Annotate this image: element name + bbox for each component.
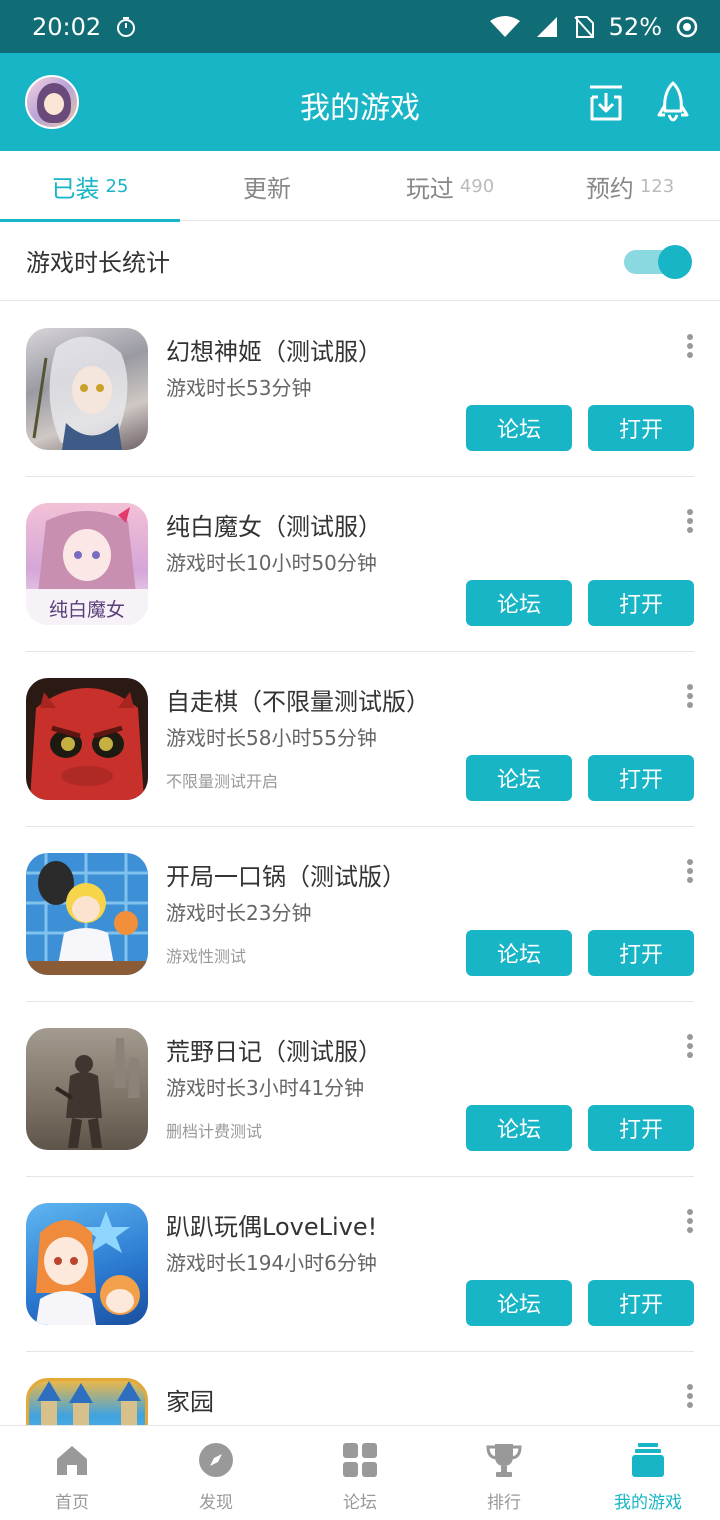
game-note: 不限量测试开启 — [166, 772, 279, 791]
nav-label: 发现 — [199, 1493, 233, 1513]
game-note: 删档计费测试 — [166, 1122, 263, 1141]
game-playtime: 游戏时长3小时41分钟 — [166, 1076, 365, 1100]
bottom-nav: 首页 发现 论坛 排行 我的游戏 — [0, 1425, 720, 1520]
game-icon-caption: 纯白魔女 — [48, 599, 125, 621]
nav-item-forum[interactable]: 论坛 — [288, 1426, 432, 1520]
game-icon-papa-lovelive — [26, 1203, 148, 1325]
open-button[interactable]: 打开 — [588, 1280, 694, 1326]
list-item[interactable]: 荒野日记（测试服） 游戏时长3小时41分钟 删档计费测试 论坛 打开 — [0, 1002, 720, 1177]
no-sim-icon — [573, 15, 594, 38]
game-list: 幻想神姬（测试服） 游戏时长53分钟 论坛 打开 纯白魔女 纯白魔女（测试服） … — [0, 302, 720, 1425]
battery-icon — [676, 16, 698, 37]
nav-item-my-games[interactable]: 我的游戏 — [576, 1426, 720, 1520]
game-icon-zizouqi — [26, 678, 148, 800]
compass-icon — [199, 1443, 233, 1477]
game-playtime: 游戏时长58小时55分钟 — [166, 726, 377, 750]
home-icon — [57, 1446, 87, 1475]
grid-icon — [343, 1443, 377, 1477]
more-options-icon[interactable] — [680, 1382, 700, 1410]
forum-button[interactable]: 论坛 — [466, 1105, 572, 1151]
open-button[interactable]: 打开 — [588, 580, 694, 626]
my-games-icon — [632, 1443, 664, 1477]
game-icon-huangye — [26, 1028, 148, 1150]
playtime-stats-label: 游戏时长统计 — [26, 249, 170, 277]
forum-button[interactable]: 论坛 — [466, 405, 572, 451]
app-header: 我的游戏 — [0, 53, 720, 151]
game-icon-huanxiang — [26, 328, 148, 450]
nav-item-ranking[interactable]: 排行 — [432, 1426, 576, 1520]
tab-installed[interactable]: 已装 25 — [0, 151, 180, 222]
wifi-icon — [489, 15, 520, 37]
more-options-icon[interactable] — [680, 332, 700, 360]
playtime-stats-toggle[interactable] — [624, 243, 694, 281]
status-time: 20:02 — [32, 12, 102, 41]
nav-item-home[interactable]: 首页 — [0, 1426, 144, 1520]
forum-button[interactable]: 论坛 — [466, 755, 572, 801]
status-bar: 20:02 52% — [0, 0, 720, 53]
list-item[interactable]: 家园 — [0, 1352, 720, 1425]
game-playtime: 游戏时长194小时6分钟 — [166, 1251, 377, 1275]
list-item[interactable]: 趴趴玩偶LoveLive! 游戏时长194小时6分钟 论坛 打开 — [0, 1177, 720, 1352]
trophy-icon — [486, 1444, 522, 1477]
game-playtime: 游戏时长23分钟 — [166, 901, 312, 925]
game-name: 纯白魔女（测试服） — [166, 513, 382, 541]
nav-label: 排行 — [487, 1493, 521, 1513]
game-name: 自走棋（不限量测试版） — [166, 688, 430, 716]
rocket-icon[interactable] — [656, 81, 690, 125]
more-options-icon[interactable] — [680, 1207, 700, 1235]
list-item[interactable]: 自走棋（不限量测试版） 游戏时长58小时55分钟 不限量测试开启 论坛 打开 — [0, 652, 720, 827]
download-icon[interactable] — [586, 83, 626, 123]
game-icon-jiayuan — [26, 1378, 148, 1425]
nav-item-discover[interactable]: 发现 — [144, 1426, 288, 1520]
game-name: 幻想神姬（测试服） — [166, 338, 382, 366]
tab-bar: 已装 25 更新 玩过 490 预约 123 — [0, 151, 720, 222]
open-button[interactable]: 打开 — [588, 930, 694, 976]
list-item[interactable]: 纯白魔女 纯白魔女（测试服） 游戏时长10小时50分钟 论坛 打开 — [0, 477, 720, 652]
nav-label: 我的游戏 — [614, 1493, 682, 1513]
more-options-icon[interactable] — [680, 682, 700, 710]
open-button[interactable]: 打开 — [588, 405, 694, 451]
game-name: 趴趴玩偶LoveLive! — [166, 1213, 378, 1241]
open-button[interactable]: 打开 — [588, 755, 694, 801]
nav-label: 首页 — [55, 1493, 89, 1513]
playtime-stats-row: 游戏时长统计 — [0, 221, 720, 301]
game-name: 荒野日记（测试服） — [166, 1038, 382, 1066]
game-note: 游戏性测试 — [166, 947, 247, 966]
more-options-icon[interactable] — [680, 857, 700, 885]
game-playtime: 游戏时长53分钟 — [166, 376, 312, 400]
game-name: 开局一口锅（测试版） — [166, 863, 406, 891]
more-options-icon[interactable] — [680, 1032, 700, 1060]
game-icon-chunbai: 纯白魔女 — [26, 503, 148, 625]
timer-icon — [117, 16, 136, 37]
nav-label: 论坛 — [343, 1493, 377, 1513]
forum-button[interactable]: 论坛 — [466, 580, 572, 626]
battery-percent: 52% — [608, 12, 662, 41]
tab-played[interactable]: 玩过 490 — [360, 151, 540, 221]
forum-button[interactable]: 论坛 — [466, 1280, 572, 1326]
more-options-icon[interactable] — [680, 507, 700, 535]
forum-button[interactable]: 论坛 — [466, 930, 572, 976]
tab-reserved[interactable]: 预约 123 — [540, 151, 720, 221]
open-button[interactable]: 打开 — [588, 1105, 694, 1151]
list-item[interactable]: 开局一口锅（测试版） 游戏时长23分钟 游戏性测试 论坛 打开 — [0, 827, 720, 1002]
signal-icon — [536, 16, 557, 37]
tab-updates[interactable]: 更新 — [180, 151, 360, 221]
game-name: 家园 — [166, 1388, 214, 1416]
game-playtime: 游戏时长10小时50分钟 — [166, 551, 377, 575]
list-item[interactable]: 幻想神姬（测试服） 游戏时长53分钟 论坛 打开 — [0, 302, 720, 477]
game-icon-kaiju — [26, 853, 148, 975]
